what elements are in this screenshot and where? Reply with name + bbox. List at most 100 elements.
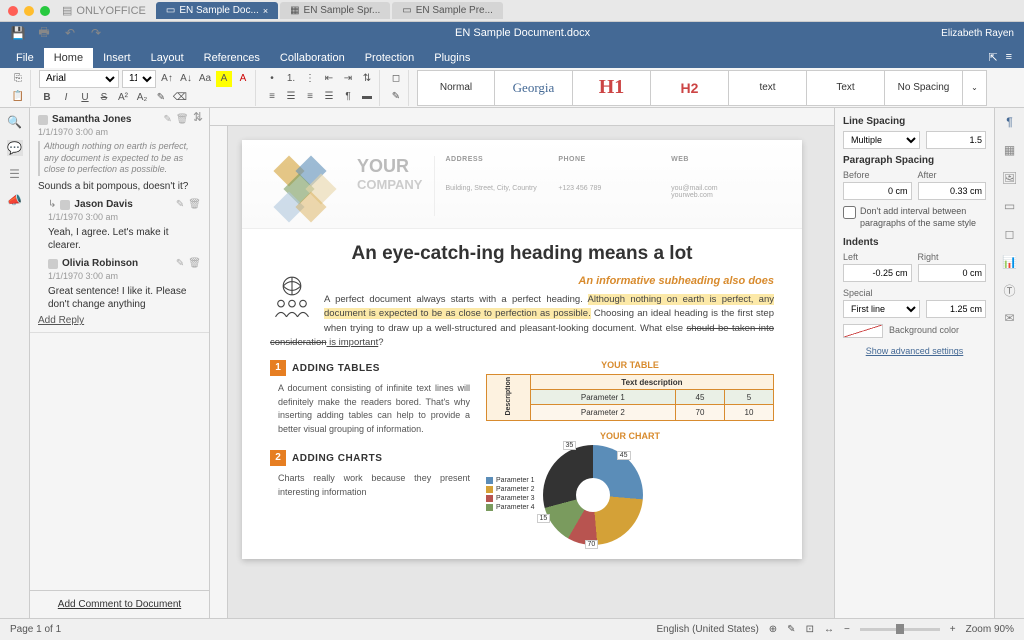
table-settings-icon[interactable]: ▦ [1002,142,1018,158]
menu-layout[interactable]: Layout [141,48,194,68]
delete-icon[interactable]: 🗑 [188,199,201,210]
maximize-window[interactable] [40,6,50,16]
document-heading[interactable]: An eye-catch-ing heading means a lot [270,243,774,265]
zoom-slider[interactable] [860,628,940,631]
section-body[interactable]: Charts really work because they present … [278,472,470,499]
style-h1[interactable]: H1 [573,70,651,106]
undo-icon[interactable]: ↶ [62,25,78,41]
comments-icon[interactable]: 💬 [7,140,23,156]
open-location-icon[interactable]: ⇱ [988,51,997,64]
multilevel-icon[interactable]: ⋮ [302,71,318,87]
add-reply-link[interactable]: Add Reply [38,315,201,326]
save-icon[interactable]: 💾 [10,25,26,41]
document-table[interactable]: DescriptionText description Parameter 14… [486,374,774,421]
view-settings-icon[interactable]: ≡ [1006,51,1012,64]
language-selector[interactable]: English (United States) [657,624,759,635]
close-icon[interactable]: × [263,6,268,16]
indent-left-input[interactable] [843,264,912,282]
highlight-icon[interactable]: A [216,71,232,87]
header-footer-icon[interactable]: ▭ [1002,198,1018,214]
spacing-before-input[interactable] [843,182,912,200]
decrease-font-icon[interactable]: A↓ [178,71,194,87]
italic-icon[interactable]: I [58,90,74,106]
textart-settings-icon[interactable]: Ⓣ [1002,282,1018,298]
ruler-horizontal[interactable] [210,108,834,126]
zoom-in-icon[interactable]: + [950,624,956,635]
tab-spreadsheet[interactable]: ▦ EN Sample Spr... [280,2,390,19]
dont-add-interval-checkbox[interactable] [843,206,856,219]
subscript-icon[interactable]: A₂ [134,90,150,106]
special-indent-value[interactable] [926,300,986,318]
line-spacing-mode[interactable]: Multiple [843,131,920,149]
menu-home[interactable]: Home [44,48,93,68]
decrease-indent-icon[interactable]: ⇤ [321,71,337,87]
advanced-settings-link[interactable]: Show advanced settings [843,346,986,356]
align-justify-icon[interactable]: ☰ [321,89,337,105]
menu-file[interactable]: File [6,48,44,68]
page-number[interactable]: Page 1 of 1 [10,624,61,635]
increase-font-icon[interactable]: A↑ [159,71,175,87]
style-text[interactable]: text [729,70,807,106]
underline-icon[interactable]: U [77,90,93,106]
search-icon[interactable]: 🔍 [7,114,23,130]
line-spacing-value[interactable] [926,131,986,149]
image-settings-icon[interactable]: 🖼 [1002,170,1018,186]
clear-format-icon[interactable]: ✎ [388,89,404,105]
document-paragraph[interactable]: A perfect document always starts with a … [270,293,774,350]
style-text2[interactable]: Text [807,70,885,106]
headings-icon[interactable]: ☰ [7,166,23,182]
spellcheck-icon[interactable]: ⊕ [769,624,777,635]
copy-icon[interactable]: ⎘ [10,71,26,87]
menu-insert[interactable]: Insert [93,48,141,68]
tab-presentation[interactable]: ▭ EN Sample Pre... [392,2,503,19]
spacing-after-input[interactable] [918,182,987,200]
shading-icon[interactable]: ▬ [359,89,375,105]
sort-icon[interactable]: ⇅ [193,110,203,124]
tab-document[interactable]: ▭ EN Sample Doc... × [156,2,278,19]
highlight-color-icon[interactable]: ✎ [153,90,169,106]
fit-page-icon[interactable]: ⊡ [806,624,814,635]
superscript-icon[interactable]: A² [115,90,131,106]
paragraph-settings-icon[interactable]: ¶ [1002,114,1018,130]
font-size-select[interactable]: 11 [122,70,156,88]
close-window[interactable] [8,6,18,16]
delete-icon[interactable]: 🗑 [176,114,189,125]
style-nospacing[interactable]: No Spacing [885,70,963,106]
bold-icon[interactable]: B [39,90,55,106]
redo-icon[interactable]: ↷ [88,25,104,41]
page[interactable]: YOUR COMPANY ADDRESS PHONE WEB Building,… [242,140,802,559]
background-color-swatch[interactable] [843,324,883,338]
mailmerge-icon[interactable]: ✉ [1002,310,1018,326]
feedback-icon[interactable]: 📣 [7,192,23,208]
align-right-icon[interactable]: ≡ [302,89,318,105]
font-family-select[interactable]: Arial [39,70,119,88]
delete-icon[interactable]: 🗑 [188,258,201,269]
section-body[interactable]: A document consisting of infinite text l… [278,382,470,436]
zoom-level[interactable]: Zoom 90% [966,624,1014,635]
track-changes-icon[interactable]: ✎ [787,624,795,635]
style-georgia[interactable]: Georgia [495,70,573,106]
fit-width-icon[interactable]: ↔ [824,624,834,635]
edit-icon[interactable]: ✎ [164,114,172,125]
ruler-vertical[interactable] [210,126,228,618]
numbering-icon[interactable]: 1. [283,71,299,87]
line-spacing-icon[interactable]: ⇅ [359,71,375,87]
menu-references[interactable]: References [194,48,270,68]
add-comment-button[interactable]: Add Comment to Document [30,590,209,618]
minimize-window[interactable] [24,6,34,16]
style-normal[interactable]: Normal [417,70,495,106]
paste-icon[interactable]: 📋 [10,89,26,105]
nonprinting-icon[interactable]: ¶ [340,89,356,105]
menu-protection[interactable]: Protection [355,48,425,68]
edit-icon[interactable]: ✎ [176,199,184,210]
indent-right-input[interactable] [918,264,987,282]
style-more-icon[interactable]: ⌄ [963,70,987,106]
edit-icon[interactable]: ✎ [176,258,184,269]
menu-plugins[interactable]: Plugins [424,48,480,68]
increase-indent-icon[interactable]: ⇥ [340,71,356,87]
chart[interactable]: Parameter 1 Parameter 2 Parameter 3 Para… [486,445,774,545]
print-icon[interactable]: 🖶 [36,25,52,41]
zoom-out-icon[interactable]: − [844,624,850,635]
menu-collaboration[interactable]: Collaboration [270,48,355,68]
document-subheading[interactable]: An informative subheading also does [270,275,774,287]
